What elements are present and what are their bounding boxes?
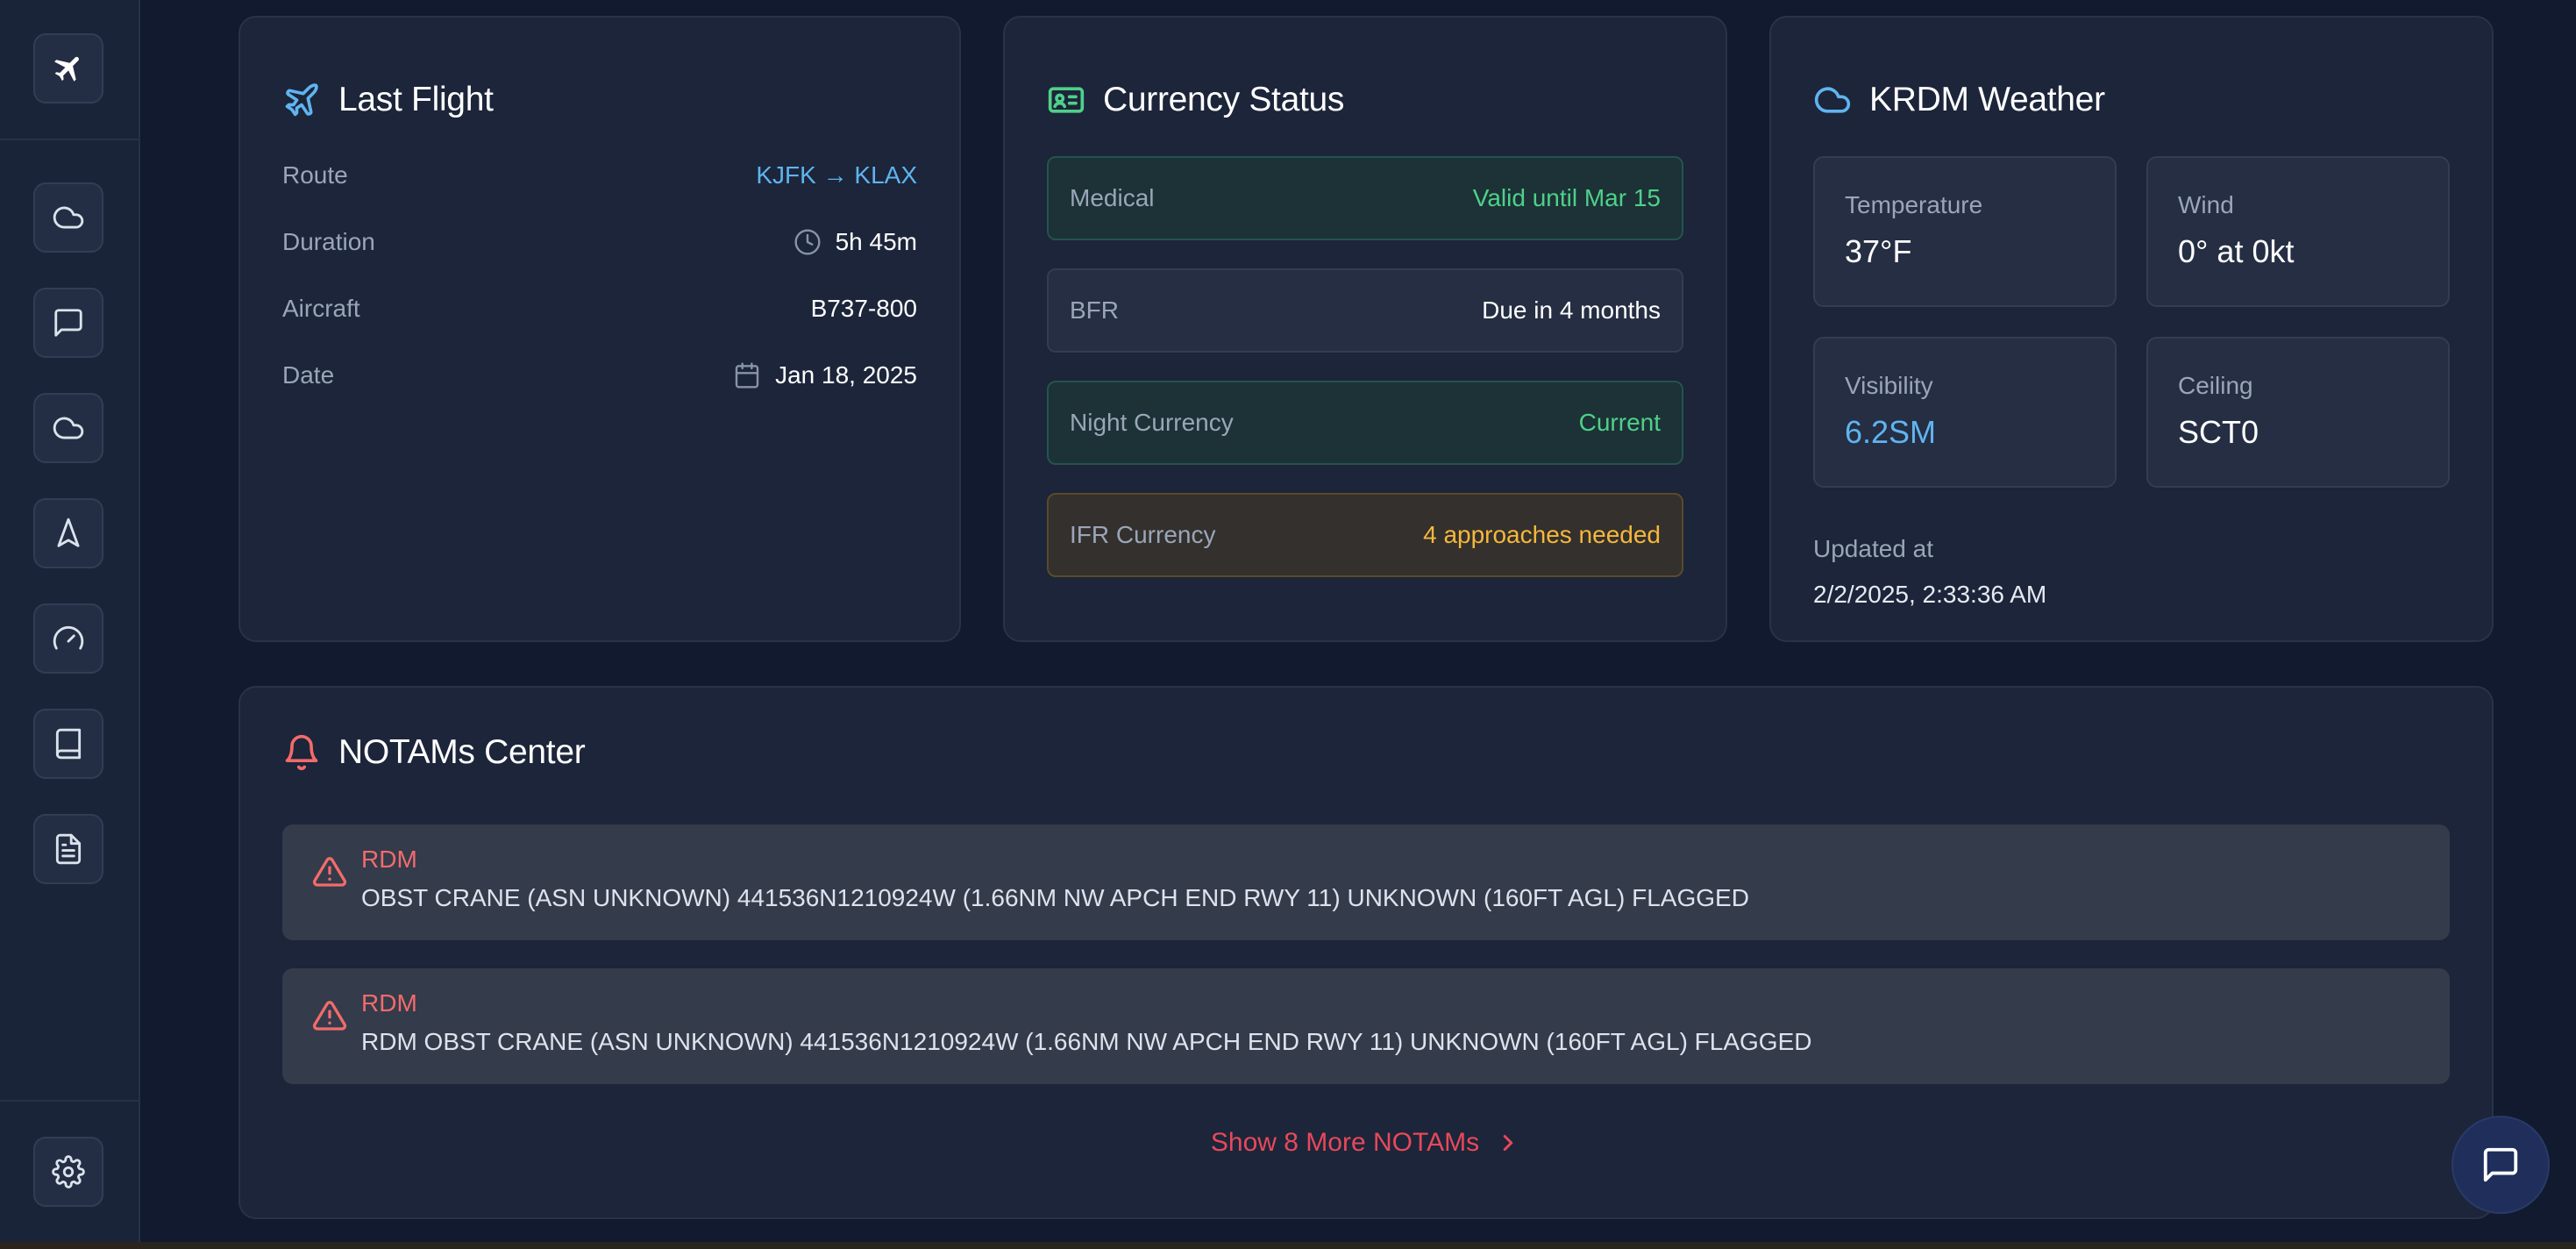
chevron-right-icon bbox=[1503, 1135, 1513, 1151]
notam-code: RDM bbox=[361, 989, 417, 1017]
aircraft-label: Aircraft bbox=[282, 295, 360, 322]
notam-code: RDM bbox=[361, 846, 417, 873]
route-label: Route bbox=[282, 161, 348, 189]
weather-tile-ceiling: Ceiling SCT0 bbox=[2146, 337, 2450, 488]
flight-route-row: Route KJFK → KLAX bbox=[282, 156, 917, 195]
aircraft-value: B737-800 bbox=[810, 295, 917, 322]
chat-icon bbox=[54, 309, 82, 337]
clock-icon bbox=[794, 229, 821, 255]
date-label: Date bbox=[282, 361, 335, 389]
currency-value: Due in 4 months bbox=[1482, 296, 1661, 324]
sidebar-item-logbook[interactable] bbox=[33, 709, 103, 779]
warning-icon bbox=[312, 857, 347, 887]
currency-value: Current bbox=[1578, 409, 1661, 436]
sidebar-item-performance[interactable] bbox=[33, 603, 103, 674]
cloud-icon bbox=[53, 206, 84, 229]
card-title-text: Last Flight bbox=[338, 81, 494, 118]
sidebar bbox=[0, 0, 140, 1242]
cloud-icon bbox=[53, 417, 84, 439]
currency-status-title: Currency Status bbox=[1047, 81, 1344, 119]
route-value[interactable]: KJFK → KLAX bbox=[756, 161, 917, 189]
currency-label: Medical bbox=[1070, 184, 1155, 211]
currency-label: BFR bbox=[1070, 296, 1119, 324]
notam-item[interactable]: RDM RDM OBST CRANE (ASN UNKNOWN) 441536N… bbox=[282, 968, 2450, 1084]
weather-label: Ceiling bbox=[2178, 372, 2253, 399]
sidebar-item-messages[interactable] bbox=[33, 288, 103, 358]
currency-status-card: Currency Status Medical Valid until Mar … bbox=[1003, 16, 1727, 642]
sidebar-item-documents[interactable] bbox=[33, 814, 103, 884]
weather-label: Visibility bbox=[1845, 372, 1933, 399]
flight-aircraft-row: Aircraft B737-800 bbox=[282, 289, 917, 328]
weather-value: 37°F bbox=[1845, 233, 1912, 269]
weather-tile-wind: Wind 0° at 0kt bbox=[2146, 156, 2450, 307]
warning-icon bbox=[312, 1001, 347, 1031]
currency-row-medical: Medical Valid until Mar 15 bbox=[1047, 156, 1683, 240]
notam-text: OBST CRANE (ASN UNKNOWN) 441536N1210924W… bbox=[361, 884, 1749, 911]
calendar-icon bbox=[735, 362, 759, 389]
weather-updated-time: 2/2/2025, 2:33:36 AM bbox=[1813, 581, 2047, 608]
sidebar-home-button[interactable] bbox=[33, 33, 103, 103]
gauge-icon bbox=[53, 625, 84, 650]
currency-row-bfr: BFR Due in 4 months bbox=[1047, 268, 1683, 353]
sidebar-item-settings[interactable] bbox=[33, 1137, 103, 1207]
currency-value: Valid until Mar 15 bbox=[1472, 184, 1661, 211]
flight-duration-row: Duration 5h 45m bbox=[282, 223, 917, 261]
currency-value: 4 approaches needed bbox=[1423, 521, 1661, 548]
currency-row-night: Night Currency Current bbox=[1047, 381, 1683, 465]
card-title-text: KRDM Weather bbox=[1869, 81, 2105, 118]
currency-label: Night Currency bbox=[1070, 409, 1234, 436]
cloud-icon bbox=[1814, 87, 1851, 113]
duration-label: Duration bbox=[282, 228, 375, 255]
gear-icon bbox=[52, 1155, 85, 1188]
weather-tile-visibility: Visibility 6.2SM bbox=[1813, 337, 2117, 488]
chat-fab-button[interactable] bbox=[2451, 1116, 2550, 1214]
weather-label: Wind bbox=[2178, 191, 2234, 218]
weather-tile-temperature: Temperature 37°F bbox=[1813, 156, 2117, 307]
notams-title: NOTAMs Center bbox=[282, 733, 586, 772]
window-bottom-edge bbox=[0, 1242, 2576, 1249]
flight-date-row: Date Jan 18, 2025 bbox=[282, 356, 917, 395]
show-more-notams-button[interactable]: Show 8 More NOTAMs bbox=[240, 1128, 2492, 1158]
sidebar-item-forecast[interactable] bbox=[33, 393, 103, 463]
last-flight-card: Last Flight Route KJFK → KLAX Duration 5… bbox=[238, 16, 961, 642]
sidebar-item-weather[interactable] bbox=[33, 182, 103, 253]
last-flight-title: Last Flight bbox=[282, 81, 494, 119]
weather-value: 6.2SM bbox=[1845, 414, 1937, 450]
currency-label: IFR Currency bbox=[1070, 521, 1216, 548]
navigation-icon bbox=[57, 517, 80, 547]
weather-value: 0° at 0kt bbox=[2178, 233, 2295, 269]
plane-icon bbox=[285, 83, 318, 117]
plane-icon bbox=[54, 56, 79, 82]
id-card-icon bbox=[1048, 87, 1085, 113]
document-icon bbox=[55, 833, 82, 865]
chat-icon bbox=[2483, 1147, 2518, 1182]
notams-card: NOTAMs Center RDM OBST CRANE (ASN UNKNOW… bbox=[238, 686, 2494, 1219]
bell-icon bbox=[285, 734, 318, 771]
weather-value: SCT0 bbox=[2178, 414, 2259, 450]
card-title-text: Currency Status bbox=[1103, 81, 1345, 118]
sidebar-item-navigation[interactable] bbox=[33, 498, 103, 568]
notam-text: RDM OBST CRANE (ASN UNKNOWN) 441536N1210… bbox=[361, 1028, 1812, 1055]
weather-card: KRDM Weather Temperature 37°F Wind 0° at… bbox=[1769, 16, 2494, 642]
sidebar-divider bbox=[0, 139, 139, 140]
weather-title: KRDM Weather bbox=[1813, 81, 2105, 119]
app-root: Last Flight Route KJFK → KLAX Duration 5… bbox=[0, 0, 2576, 1249]
sidebar-divider bbox=[0, 1100, 139, 1102]
duration-value: 5h 45m bbox=[835, 228, 917, 255]
show-more-label: Show 8 More NOTAMs bbox=[1210, 1128, 1480, 1157]
date-value: Jan 18, 2025 bbox=[775, 361, 917, 389]
book-icon bbox=[55, 728, 82, 760]
card-title-text: NOTAMs Center bbox=[338, 733, 586, 771]
notam-item[interactable]: RDM OBST CRANE (ASN UNKNOWN) 441536N1210… bbox=[282, 824, 2450, 940]
weather-label: Temperature bbox=[1845, 191, 1983, 218]
weather-updated-label: Updated at bbox=[1813, 535, 1933, 562]
date-value-group: Jan 18, 2025 bbox=[733, 361, 917, 389]
duration-value-group: 5h 45m bbox=[793, 228, 917, 256]
currency-row-ifr: IFR Currency 4 approaches needed bbox=[1047, 493, 1683, 577]
